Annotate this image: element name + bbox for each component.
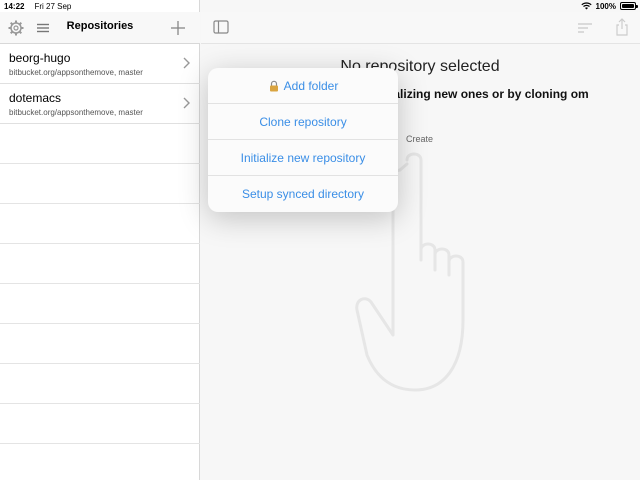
clone-repository-label: Clone repository: [259, 114, 347, 129]
repo-list: beorg-hugo bitbucket.org/appsonthemove, …: [0, 44, 200, 444]
share-icon[interactable]: [615, 18, 629, 36]
repo-subtitle: bitbucket.org/appsonthemove, master: [9, 108, 143, 117]
sort-icon[interactable]: [577, 22, 593, 34]
create-label: Create: [406, 134, 434, 144]
empty-row: [0, 324, 200, 364]
repo-subtitle: bitbucket.org/appsonthemove, master: [9, 68, 143, 77]
empty-row: [0, 244, 200, 284]
empty-row: [0, 404, 200, 444]
repo-row-beorg-hugo[interactable]: beorg-hugo bitbucket.org/appsonthemove, …: [0, 44, 200, 84]
battery-percent: 100%: [595, 1, 616, 11]
setup-synced-directory-option[interactable]: Setup synced directory: [208, 176, 398, 212]
empty-row: [0, 284, 200, 324]
add-icon[interactable]: [170, 20, 186, 36]
battery-icon: [620, 2, 638, 10]
status-right: 100%: [580, 1, 638, 11]
setup-synced-directory-label: Setup synced directory: [241, 187, 365, 201]
initialize-repository-label: Initialize new repository: [240, 150, 366, 165]
sidebar-toggle-icon[interactable]: [213, 20, 229, 34]
repo-name: beorg-hugo: [9, 51, 71, 65]
sidebar: Repositories beorg-hugo bitbucket.org/ap…: [0, 0, 200, 480]
repo-row-dotemacs[interactable]: dotemacs bitbucket.org/appsonthemove, ma…: [0, 84, 200, 124]
add-folder-option[interactable]: Add folder: [208, 68, 398, 104]
empty-row: [0, 124, 200, 164]
wifi-icon: [580, 2, 592, 10]
empty-row: [0, 364, 200, 404]
status-time: 14:22: [4, 1, 25, 11]
status-date: Fri 27 Sep: [34, 1, 72, 11]
clone-repository-option[interactable]: Clone repository: [208, 104, 398, 140]
empty-row: [0, 204, 200, 244]
sidebar-nav-bar: Repositories: [0, 12, 200, 44]
initialize-repository-option[interactable]: Initialize new repository: [208, 140, 398, 176]
main-nav-bar: [201, 12, 640, 44]
empty-row: [0, 164, 200, 204]
add-folder-label: Add folder: [283, 78, 339, 93]
repo-name: dotemacs: [9, 91, 62, 105]
chevron-right-icon: [183, 57, 190, 69]
status-bar: 14:22 Fri 27 Sep 100%: [0, 0, 640, 12]
lock-icon: [269, 80, 278, 91]
chevron-right-icon: [183, 97, 190, 109]
add-repository-popover: Add folder Clone repository Initialize n…: [208, 68, 398, 212]
